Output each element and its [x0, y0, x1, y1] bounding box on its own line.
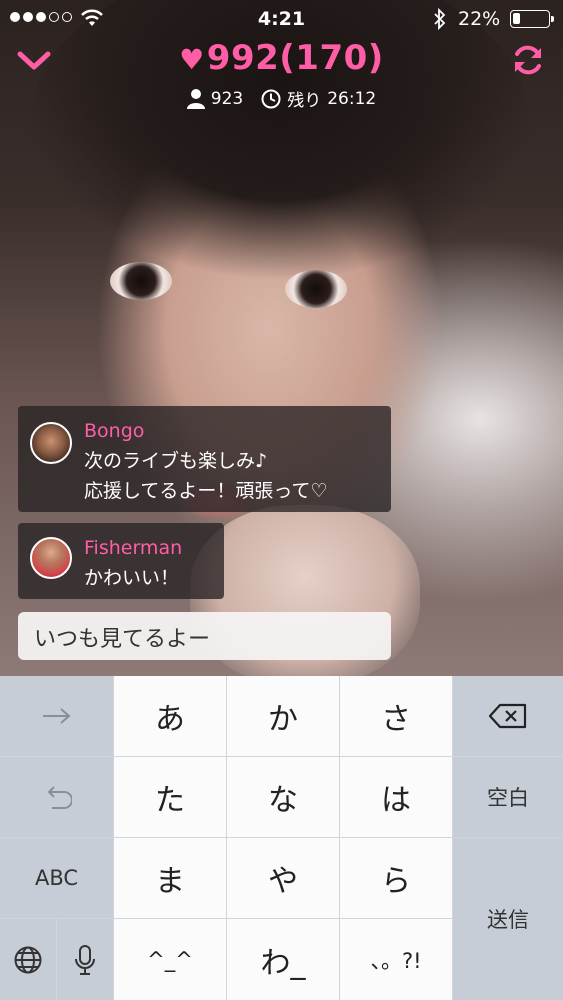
globe-icon — [14, 946, 42, 973]
key-emoticon[interactable]: ^_^ — [114, 919, 226, 1000]
viewer-count: 923 — [210, 88, 244, 109]
comment-text: 次のライブも楽しみ♪ 応援してるよー！頑張って♡ — [84, 450, 328, 502]
key-ha[interactable]: は — [340, 757, 452, 837]
backspace-icon — [488, 703, 527, 729]
like-counter: ♥992(170) — [0, 38, 563, 78]
status-bar: 4:21 22% — [0, 0, 563, 38]
battery-percentage: 22% — [458, 8, 501, 30]
comment-username[interactable]: Fisherman — [84, 537, 182, 559]
key-ta[interactable]: た — [114, 757, 226, 837]
key-ka[interactable]: か — [227, 676, 339, 756]
person-icon — [186, 88, 205, 109]
like-count: 992 — [206, 38, 280, 78]
key-na[interactable]: な — [227, 757, 339, 837]
clock-icon — [261, 89, 281, 108]
remaining-label: 残り — [287, 91, 322, 111]
heart-icon: ♥ — [179, 43, 205, 76]
key-wa[interactable]: わ_ — [227, 919, 339, 1000]
microphone-icon — [75, 944, 95, 975]
comment-bubble: Fisherman かわいい！ — [18, 523, 224, 599]
backspace-key[interactable] — [453, 676, 563, 756]
arrow-right-icon — [42, 708, 71, 724]
avatar[interactable] — [30, 537, 72, 579]
key-punctuation[interactable]: 、。?! — [340, 919, 452, 1000]
comment-input[interactable]: いつも見てるよー — [18, 612, 391, 660]
keyboard: あ か さ た な は 空白 ABC ま や ら 送信 ^_^ わ_ 、。?! — [0, 676, 563, 1000]
bluetooth-icon — [434, 7, 446, 31]
key-ya[interactable]: や — [227, 838, 339, 918]
refresh-icon[interactable] — [510, 42, 546, 78]
globe-key[interactable] — [0, 919, 56, 1000]
undo-key[interactable] — [0, 757, 113, 837]
next-candidate-key[interactable] — [0, 676, 113, 756]
microphone-key[interactable] — [57, 919, 113, 1000]
like-count-recent: (170) — [279, 38, 384, 78]
comment-bubble: Bongo 次のライブも楽しみ♪ 応援してるよー！頑張って♡ — [18, 406, 391, 512]
avatar[interactable] — [30, 422, 72, 464]
key-ma[interactable]: ま — [114, 838, 226, 918]
battery-icon — [510, 10, 554, 28]
comment-username[interactable]: Bongo — [84, 420, 144, 442]
stream-info: 923 残り 26:12 — [0, 86, 563, 111]
space-key[interactable]: 空白 — [453, 757, 563, 837]
send-key[interactable]: 送信 — [453, 838, 563, 1000]
comment-text: かわいい！ — [84, 567, 180, 589]
key-ra[interactable]: ら — [340, 838, 452, 918]
undo-icon — [47, 786, 72, 809]
remaining-time: 26:12 — [327, 88, 377, 109]
key-a[interactable]: あ — [114, 676, 226, 756]
abc-key[interactable]: ABC — [0, 838, 113, 918]
key-sa[interactable]: さ — [340, 676, 452, 756]
